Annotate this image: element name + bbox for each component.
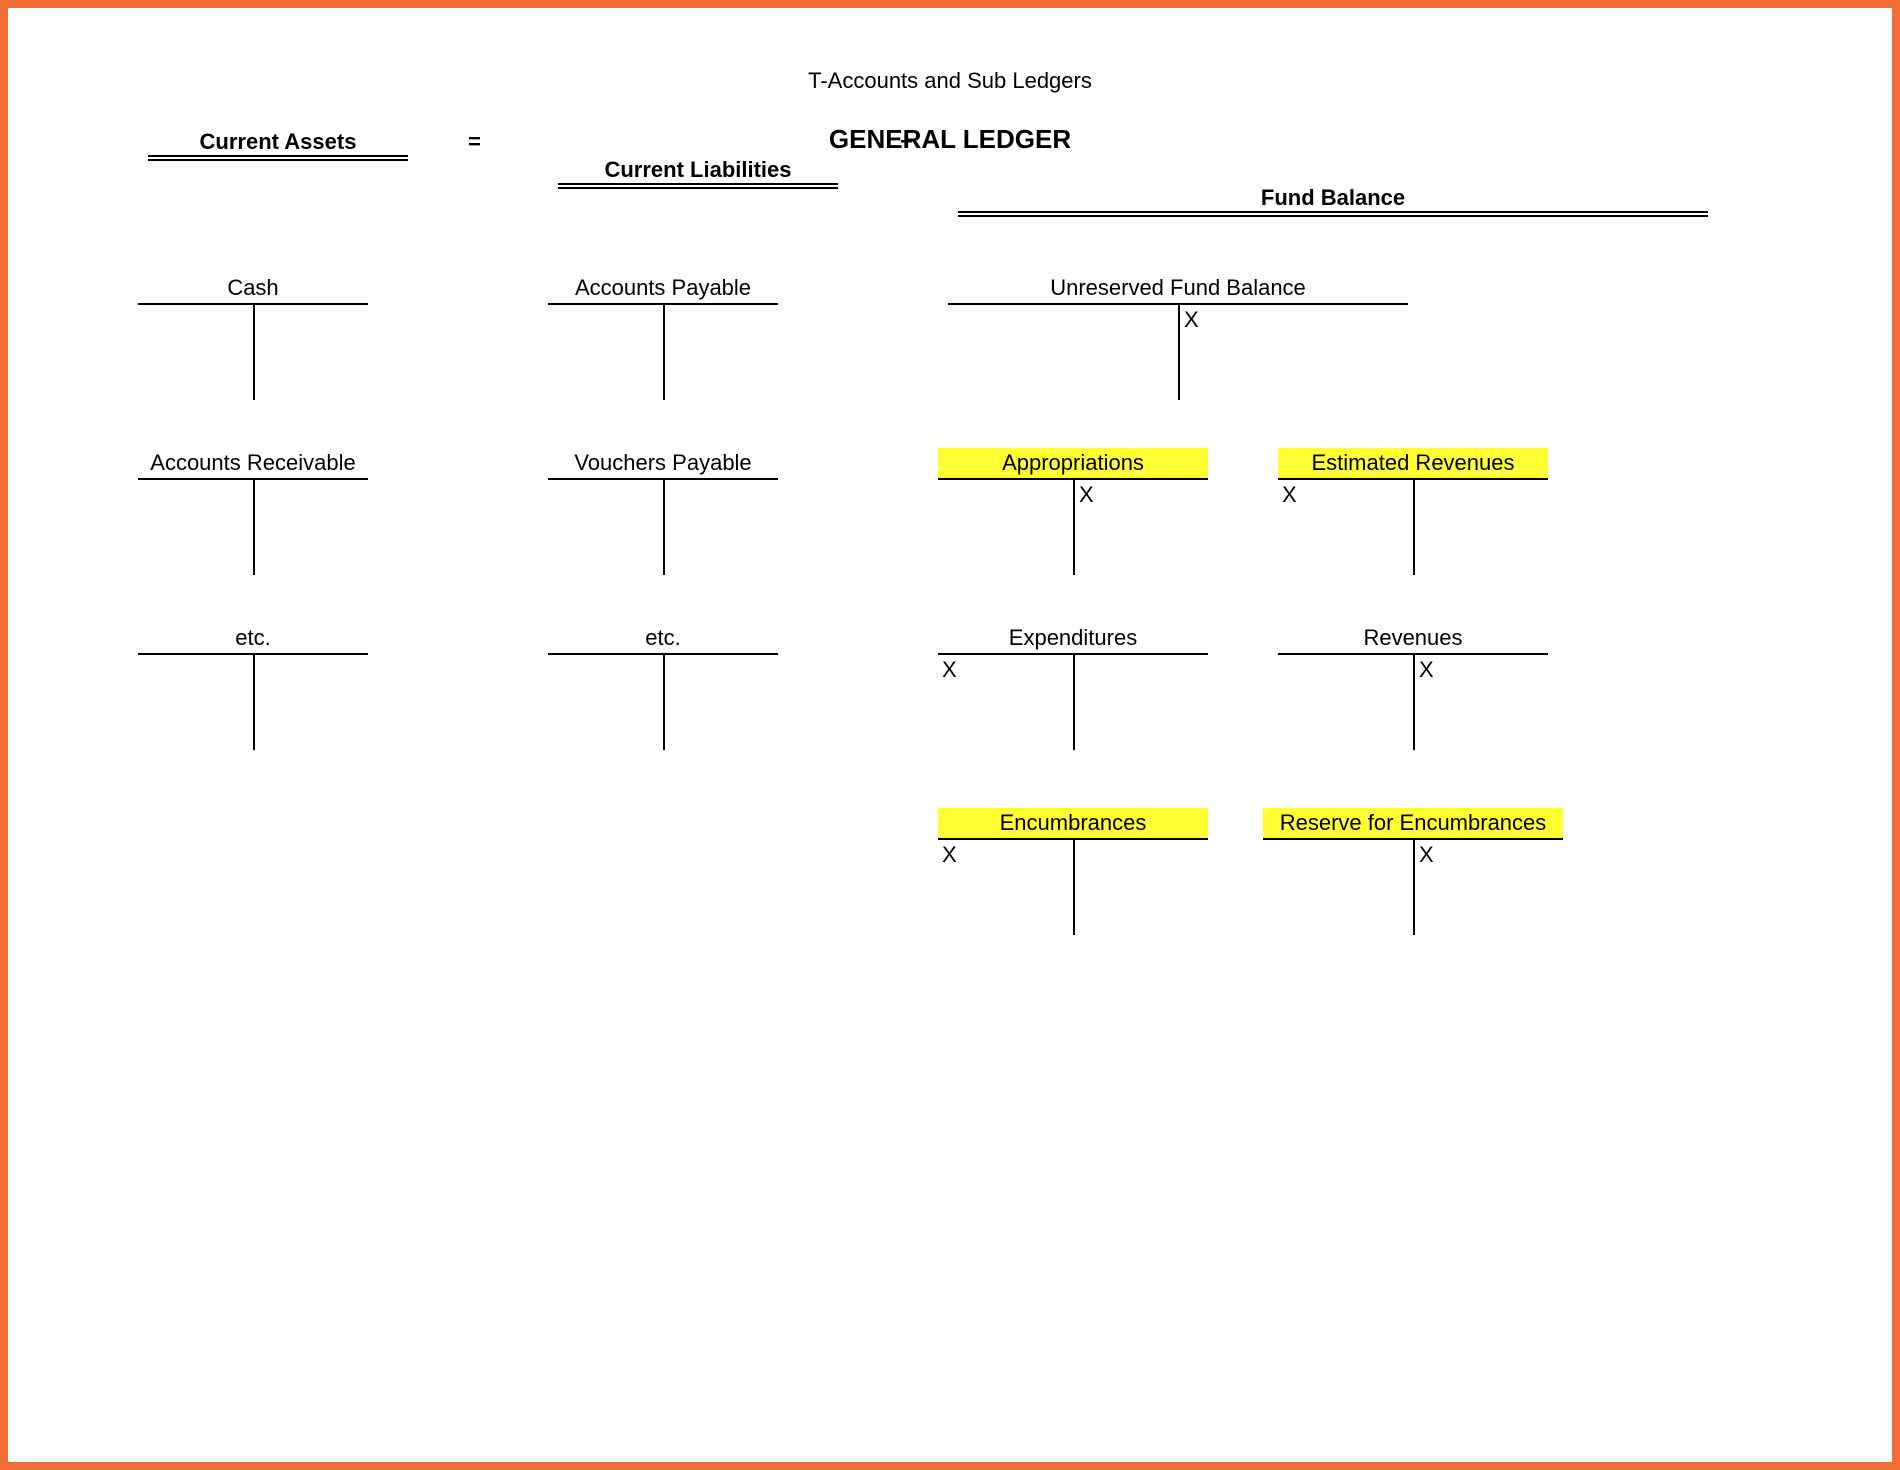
- credit-cell: X: [1419, 842, 1434, 868]
- page-title: T-Accounts and Sub Ledgers: [88, 68, 1812, 94]
- t-account-liabilities-etc: etc.: [548, 623, 778, 750]
- t-account-body: [548, 305, 778, 400]
- t-account-body: [138, 655, 368, 750]
- header-fund-balance: Fund Balance: [958, 185, 1708, 213]
- t-account-body: [138, 480, 368, 575]
- t-account-appropriations: Appropriations X: [938, 448, 1208, 575]
- t-account-title: Estimated Revenues: [1278, 448, 1548, 480]
- t-account-estimated-revenues: Estimated Revenues X: [1278, 448, 1548, 575]
- t-account-title: Revenues: [1278, 623, 1548, 655]
- t-account-body: X: [1263, 840, 1563, 935]
- t-account-title: etc.: [548, 623, 778, 655]
- t-account-accounts-payable: Accounts Payable: [548, 273, 778, 400]
- t-account-body: X: [948, 305, 1408, 400]
- t-account-title: etc.: [138, 623, 368, 655]
- debit-cell: X: [942, 842, 957, 868]
- equals-sign: =: [468, 129, 481, 155]
- t-account-body: X: [938, 840, 1208, 935]
- t-account-title: Accounts Payable: [548, 273, 778, 305]
- t-account-body: [548, 480, 778, 575]
- credit-cell: X: [1079, 482, 1094, 508]
- t-account-title: Vouchers Payable: [548, 448, 778, 480]
- t-account-vouchers-payable: Vouchers Payable: [548, 448, 778, 575]
- t-account-assets-etc: etc.: [138, 623, 368, 750]
- t-account-body: X: [1278, 480, 1548, 575]
- t-account-cash: Cash: [138, 273, 368, 400]
- t-account-reserve-for-encumbrances: Reserve for Encumbrances X: [1263, 808, 1563, 935]
- t-account-body: [138, 305, 368, 400]
- t-account-title: Unreserved Fund Balance: [948, 273, 1408, 305]
- t-account-title: Appropriations: [938, 448, 1208, 480]
- t-account-revenues: Revenues X: [1278, 623, 1548, 750]
- t-account-body: X: [938, 655, 1208, 750]
- t-account-title: Accounts Receivable: [138, 448, 368, 480]
- t-account-title: Encumbrances: [938, 808, 1208, 840]
- t-account-title: Cash: [138, 273, 368, 305]
- t-account-title: Expenditures: [938, 623, 1208, 655]
- page-frame: T-Accounts and Sub Ledgers GENERAL LEDGE…: [0, 0, 1900, 1470]
- t-account-body: X: [938, 480, 1208, 575]
- t-account-title: Reserve for Encumbrances: [1263, 808, 1563, 840]
- t-account-expenditures: Expenditures X: [938, 623, 1208, 750]
- t-account-unreserved-fund-balance: Unreserved Fund Balance X: [948, 273, 1408, 400]
- equation-header: Current Assets = Current Liabilities + F…: [88, 129, 1812, 169]
- debit-cell: X: [942, 657, 957, 683]
- credit-cell: X: [1419, 657, 1434, 683]
- header-current-liabilities: Current Liabilities: [558, 157, 838, 185]
- t-account-body: X: [1278, 655, 1548, 750]
- t-account-accounts-receivable: Accounts Receivable: [138, 448, 368, 575]
- plus-sign: +: [900, 129, 913, 155]
- t-account-body: [548, 655, 778, 750]
- debit-cell: X: [1282, 482, 1297, 508]
- t-account-encumbrances: Encumbrances X: [938, 808, 1208, 935]
- credit-cell: X: [1184, 307, 1199, 333]
- header-current-assets: Current Assets: [148, 129, 408, 157]
